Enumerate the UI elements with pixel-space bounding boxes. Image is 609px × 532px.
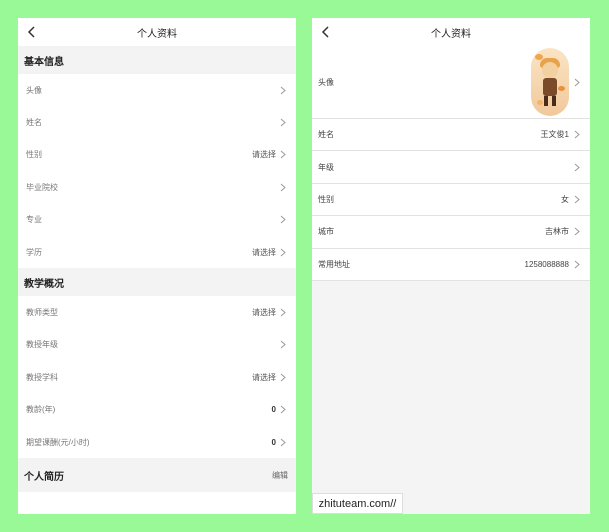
row-expected-fee[interactable]: 期望课酬(元/小时) 0 xyxy=(18,425,296,459)
row-name[interactable]: 姓名 王文俊1 xyxy=(312,119,590,152)
chevron-right-icon xyxy=(280,405,286,414)
avatar xyxy=(531,48,569,116)
row-school[interactable]: 毕业院校 xyxy=(18,171,296,204)
row-teaching-years[interactable]: 教龄(年) 0 xyxy=(18,393,296,426)
page-title: 个人资料 xyxy=(431,28,471,40)
watermark: zhituteam.com// xyxy=(312,493,403,514)
back-arrow-icon[interactable] xyxy=(320,25,332,39)
chevron-right-icon xyxy=(280,248,286,257)
chevron-right-icon xyxy=(280,183,286,192)
row-gender[interactable]: 性别 女 xyxy=(312,183,590,217)
row-label: 教授年级 xyxy=(26,340,58,350)
row-label: 性别 xyxy=(26,150,42,160)
row-grade[interactable]: 年级 xyxy=(312,151,590,184)
row-value: 请选择 xyxy=(252,308,276,318)
chevron-right-icon xyxy=(280,86,286,95)
chevron-right-icon xyxy=(574,78,580,86)
row-address[interactable]: 常用地址 1258088888 xyxy=(312,248,590,281)
row-major[interactable]: 专业 xyxy=(18,203,296,236)
row-value: 1258088888 xyxy=(524,259,570,269)
row-label: 专业 xyxy=(26,215,42,225)
row-label: 常用地址 xyxy=(318,259,350,269)
section-teaching-overview: 教学概况 xyxy=(18,268,296,297)
row-label: 年级 xyxy=(318,162,334,172)
page-title: 个人资料 xyxy=(137,28,177,40)
row-label: 姓名 xyxy=(318,130,334,140)
chevron-right-icon xyxy=(280,151,286,159)
row-avatar[interactable]: 头像 xyxy=(312,46,590,119)
row-avatar[interactable]: 头像 xyxy=(18,74,296,107)
row-city[interactable]: 城市 吉林市 xyxy=(312,216,590,249)
row-education[interactable]: 学历 请选择 xyxy=(18,235,296,269)
row-value: 吉林市 xyxy=(545,227,569,237)
row-label: 性别 xyxy=(318,194,334,204)
row-label: 毕业院校 xyxy=(26,182,58,192)
resume-edit-button[interactable]: 编辑 xyxy=(272,470,288,481)
row-value: 请选择 xyxy=(252,247,276,257)
row-label: 教授学科 xyxy=(26,372,58,382)
row-teacher-type[interactable]: 教师类型 请选择 xyxy=(18,296,296,329)
row-label: 期望课酬(元/小时) xyxy=(26,437,90,447)
row-value: 请选择 xyxy=(252,372,276,382)
chevron-right-icon xyxy=(280,341,286,349)
row-label: 学历 xyxy=(26,247,42,257)
row-label: 头像 xyxy=(26,85,42,95)
row-label: 教龄(年) xyxy=(26,405,56,415)
top-bar: 个人资料 xyxy=(312,18,590,46)
row-grade-taught[interactable]: 教授年级 xyxy=(18,328,296,362)
row-name[interactable]: 姓名 xyxy=(18,106,296,139)
row-label: 城市 xyxy=(318,227,334,237)
top-bar: 个人资料 xyxy=(18,18,296,46)
row-label: 教师类型 xyxy=(26,308,58,318)
chevron-right-icon xyxy=(280,215,286,224)
row-label: 头像 xyxy=(318,77,334,87)
row-value: 女 xyxy=(561,194,569,204)
chevron-right-icon xyxy=(574,227,580,236)
section-resume: 个人简历 编辑 xyxy=(18,458,296,493)
row-value: 请选择 xyxy=(252,150,276,160)
chevron-right-icon xyxy=(574,260,580,269)
row-value: 0 xyxy=(271,437,276,447)
chevron-right-icon xyxy=(280,118,286,127)
row-gender[interactable]: 性别 请选择 xyxy=(18,138,296,172)
right-profile-screen: 个人资料 头像 姓名 王文俊1 年级 性别 女 城市 吉林市 常用地址 1258… xyxy=(312,18,590,514)
row-value: 0 xyxy=(271,405,276,415)
left-profile-screen: 个人资料 基本信息 头像 姓名 性别 请选择 毕业院校 专业 学历 请选择 教学… xyxy=(18,18,296,514)
section-basic-info: 基本信息 xyxy=(18,46,296,74)
row-value: 王文俊1 xyxy=(540,130,569,140)
row-label: 姓名 xyxy=(26,118,42,128)
chevron-right-icon xyxy=(280,308,286,317)
chevron-right-icon xyxy=(574,195,580,204)
row-subject-taught[interactable]: 教授学科 请选择 xyxy=(18,361,296,394)
chevron-right-icon xyxy=(280,373,286,382)
resume-title: 个人简历 xyxy=(24,471,64,483)
chevron-right-icon xyxy=(280,438,286,446)
back-arrow-icon[interactable] xyxy=(26,25,38,39)
chevron-right-icon xyxy=(574,130,580,139)
chevron-right-icon xyxy=(574,163,580,171)
